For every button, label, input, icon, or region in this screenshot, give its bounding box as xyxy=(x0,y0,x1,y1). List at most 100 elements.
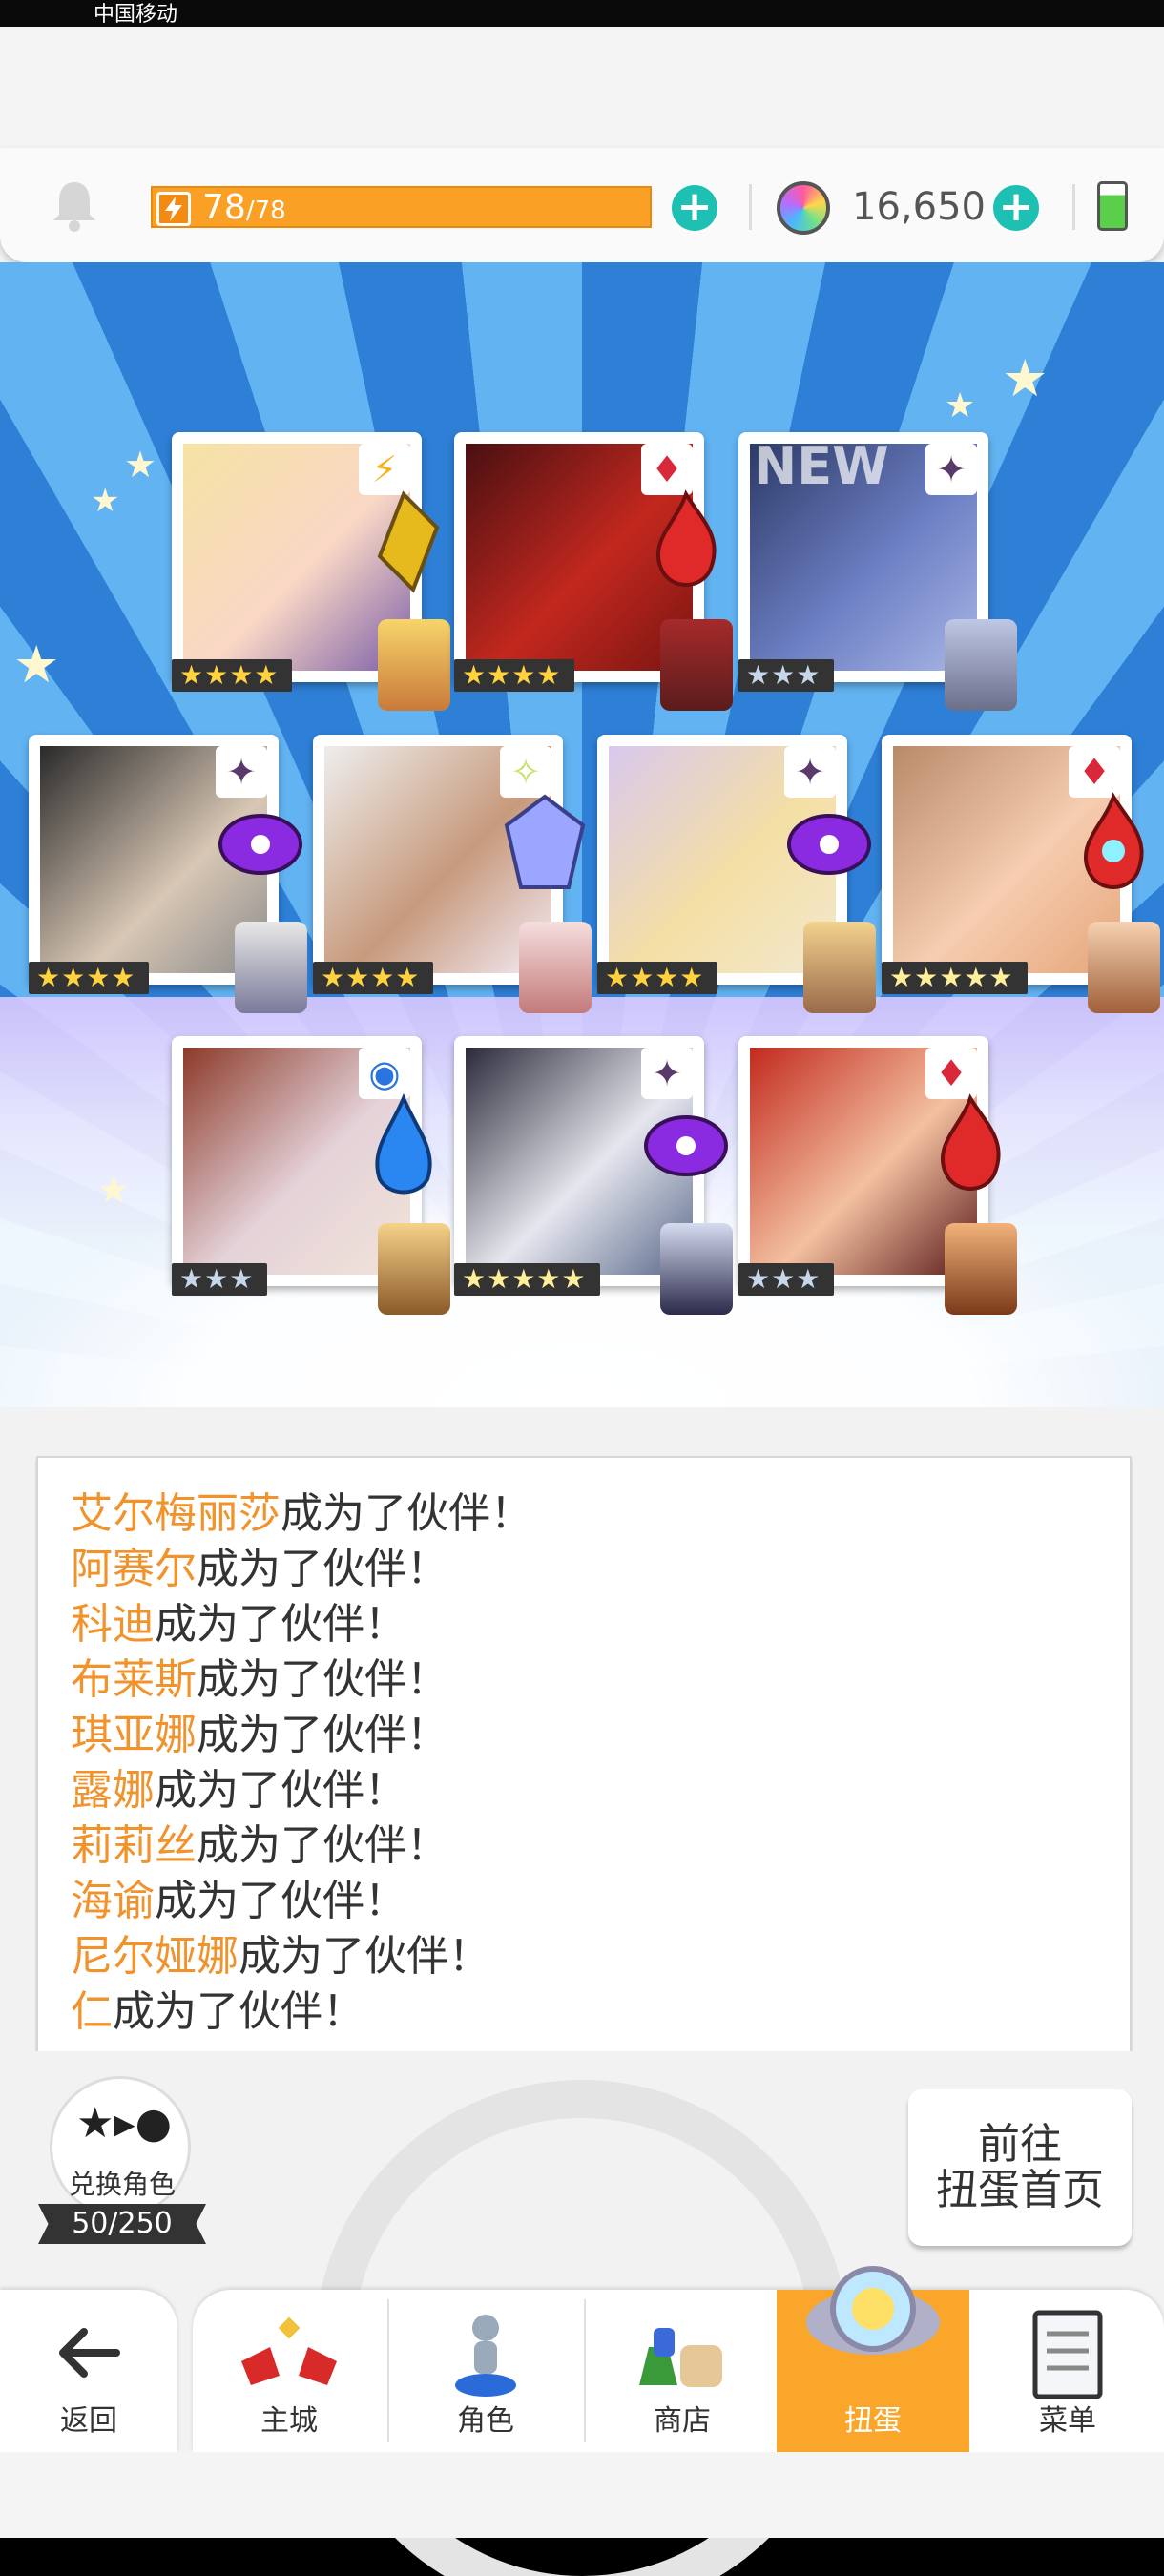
log-suffix: 成为了伙伴！ xyxy=(197,1821,448,1870)
log-line: 莉莉丝成为了伙伴！ xyxy=(71,1818,448,1874)
light-element-icon: ✧ xyxy=(500,746,551,798)
bell-icon[interactable] xyxy=(50,178,99,232)
back-button[interactable]: 返回 xyxy=(0,2290,177,2452)
add-stamina-button[interactable]: + xyxy=(672,185,717,231)
star-rating: ★★★★★ xyxy=(882,962,1028,994)
character-card[interactable]: ✦ ★★★★ xyxy=(597,735,876,1013)
character-card[interactable]: ✦ ★★★★★ xyxy=(454,1036,733,1315)
stamina-max: /78 xyxy=(245,197,286,225)
divider xyxy=(1072,184,1075,230)
sparkle-icon: ★ xyxy=(91,482,120,520)
goto-line1: 前往 xyxy=(978,2120,1062,2169)
tab-shop[interactable]: 商店 xyxy=(586,2290,779,2452)
star-rating: ★★★★ xyxy=(172,659,293,692)
character-card[interactable]: ✦ ★★★★ xyxy=(29,735,307,1013)
sparkle-icon: ★ xyxy=(945,386,976,426)
back-arrow-icon xyxy=(59,2328,120,2378)
dark-crystal-icon xyxy=(787,814,871,875)
battery-icon xyxy=(1097,181,1128,231)
log-line: 仁成为了伙伴！ xyxy=(71,1984,364,2040)
character-name: 仁 xyxy=(71,1987,113,2036)
character-card[interactable]: ♦ ★★★★★ xyxy=(882,735,1160,1013)
fire-element-icon: ♦ xyxy=(925,1048,977,1099)
sparkle-icon: ★ xyxy=(13,634,60,695)
dark-crystal-icon xyxy=(218,814,302,875)
new-tag: NEW xyxy=(754,436,889,496)
sparkle-icon: ★ xyxy=(1002,348,1049,408)
gem-count: 16,650 xyxy=(852,185,986,229)
star-to-person-icon: ★▸● xyxy=(76,2099,172,2148)
fire-element-icon: ♦ xyxy=(1069,746,1120,798)
log-line: 海谕成为了伙伴！ xyxy=(71,1874,406,1929)
shop-items-icon xyxy=(639,2328,722,2387)
character-card[interactable]: ♦ ★★★★ xyxy=(454,432,733,711)
log-suffix: 成为了伙伴！ xyxy=(281,1489,532,1538)
add-gems-button[interactable]: + xyxy=(993,185,1039,231)
dark-element-icon: ✦ xyxy=(641,1048,693,1099)
fire-crystal-icon xyxy=(655,489,717,587)
star-rating: ★★★★ xyxy=(29,962,150,994)
dark-element-icon: ✦ xyxy=(925,444,977,495)
log-line: 阿赛尔成为了伙伴！ xyxy=(71,1542,448,1597)
chibi-sprite xyxy=(1088,922,1160,1013)
star-rating: ★★★ xyxy=(172,1263,268,1296)
castle-icon xyxy=(241,2316,337,2385)
star-rating: ★★★ xyxy=(738,659,835,692)
tab-menu[interactable]: 菜单 xyxy=(971,2290,1164,2452)
character-name: 艾尔梅丽莎 xyxy=(71,1489,281,1538)
chibi-sprite xyxy=(378,1223,450,1315)
tab-gacha[interactable]: 扭蛋 xyxy=(777,2266,969,2452)
goto-line2: 扭蛋首页 xyxy=(936,2166,1104,2214)
log-suffix: 成为了伙伴！ xyxy=(239,1932,490,1981)
log-line: 艾尔梅丽莎成为了伙伴！ xyxy=(71,1486,532,1542)
star-rating: ★★★★ xyxy=(313,962,434,994)
character-name: 海谕 xyxy=(71,1877,155,1925)
chibi-sprite xyxy=(235,922,307,1013)
menu-list-icon xyxy=(1032,2310,1103,2399)
character-name: 布莱斯 xyxy=(71,1655,197,1704)
lightning-crystal-icon xyxy=(377,490,440,593)
chibi-sprite xyxy=(945,1223,1017,1315)
log-suffix: 成为了伙伴！ xyxy=(155,1877,406,1925)
bottom-safe-area xyxy=(0,2452,1164,2538)
log-suffix: 成为了伙伴！ xyxy=(113,1987,364,2036)
log-line: 布莱斯成为了伙伴！ xyxy=(71,1652,448,1708)
exchange-label: 兑换角色 xyxy=(68,2169,176,2200)
tab-main-city[interactable]: 主城 xyxy=(193,2290,385,2452)
water-crystal-icon xyxy=(375,1093,432,1195)
character-name: 尼尔娅娜 xyxy=(71,1932,239,1981)
chibi-sprite xyxy=(519,922,592,1013)
recruit-log[interactable]: 艾尔梅丽莎成为了伙伴！ 阿赛尔成为了伙伴！ 科迪成为了伙伴！ 布莱斯成为了伙伴！… xyxy=(36,1456,1132,2059)
character-card[interactable]: ⚡ ★★★★ xyxy=(172,432,450,711)
log-line: 科迪成为了伙伴！ xyxy=(71,1597,406,1652)
fire-crystal-icon xyxy=(1083,792,1144,889)
star-rating: ★★★ xyxy=(738,1263,835,1296)
tab-label: 菜单 xyxy=(1039,2404,1096,2438)
water-element-icon: ◉ xyxy=(359,1048,410,1099)
character-name: 露娜 xyxy=(71,1766,155,1815)
exchange-count: 50/250 xyxy=(38,2204,206,2244)
character-name: 科迪 xyxy=(71,1600,155,1649)
goto-gacha-home-button[interactable]: 前往 扭蛋首页 xyxy=(908,2089,1132,2246)
character-card[interactable]: ◉ ★★★ xyxy=(172,1036,450,1315)
character-card[interactable]: ✧ ★★★★ xyxy=(313,735,592,1013)
star-rating: ★★★★★ xyxy=(454,1263,600,1296)
status-bar: 中国移动 xyxy=(0,0,1164,27)
character-card[interactable]: ♦ ★★★ xyxy=(738,1036,1017,1315)
log-line: 露娜成为了伙伴！ xyxy=(71,1763,406,1818)
log-suffix: 成为了伙伴！ xyxy=(197,1655,448,1704)
character-name: 琪亚娜 xyxy=(71,1711,197,1759)
fire-element-icon: ♦ xyxy=(641,444,693,495)
tab-characters[interactable]: 角色 xyxy=(389,2290,582,2452)
tab-label: 扭蛋 xyxy=(844,2404,902,2438)
gem-icon xyxy=(777,181,830,235)
stamina-value: 78/78 xyxy=(202,190,286,229)
character-card[interactable]: NEW ✦ ★★★ xyxy=(738,432,1017,711)
carrier-label: 中国移动 xyxy=(94,3,178,27)
star-rating: ★★★★ xyxy=(454,659,575,692)
chibi-sprite xyxy=(803,922,876,1013)
log-suffix: 成为了伙伴！ xyxy=(197,1711,448,1759)
fire-crystal-icon xyxy=(940,1093,1001,1191)
character-name: 阿赛尔 xyxy=(71,1545,197,1593)
divider xyxy=(749,184,752,230)
